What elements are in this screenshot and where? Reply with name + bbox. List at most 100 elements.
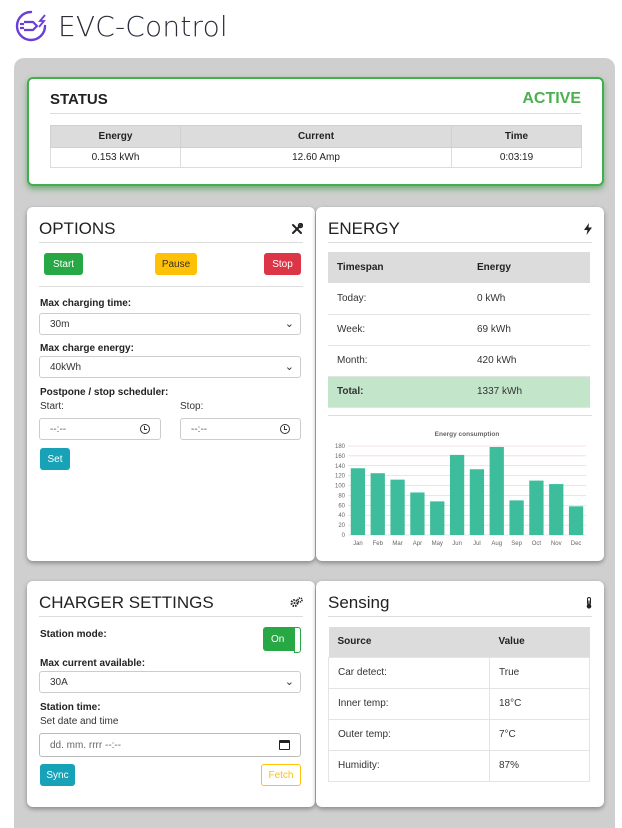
chart-bar	[350, 468, 366, 535]
card-header: Sensing	[328, 589, 592, 617]
datetime-input[interactable]: dd. mm. rrrr --:--	[39, 733, 301, 757]
table-header-row: Timespan Energy	[328, 252, 590, 283]
x-tick-label: Nov	[551, 541, 562, 547]
y-tick-label: 180	[335, 444, 346, 450]
table-row-total: Total: 1337 kWh	[328, 376, 590, 408]
status-card: STATUS ACTIVE Energy Current Time 0.153 …	[27, 77, 604, 186]
stop-button[interactable]: Stop	[264, 253, 301, 275]
table-header: Timespan	[328, 252, 468, 283]
x-tick-label: Sep	[511, 541, 522, 547]
x-tick-label: Jul	[473, 541, 481, 547]
chart-bar	[390, 479, 405, 535]
chevron-down-icon: ⌄	[284, 361, 294, 373]
y-tick-label: 0	[342, 533, 346, 539]
options-title: OPTIONS	[39, 218, 116, 238]
scheduler-label: Postpone / stop scheduler:	[40, 387, 169, 398]
max-time-select[interactable]: 30m ⌄	[39, 313, 301, 335]
y-tick-label: 120	[335, 474, 346, 480]
chart-title: Energy consumption	[435, 431, 500, 438]
max-energy-label: Max charge energy:	[40, 343, 134, 354]
app-header: EVC-Control	[14, 6, 228, 46]
pause-button[interactable]: Pause	[155, 253, 197, 275]
bolt-icon	[584, 222, 592, 235]
sensing-table: Source Value Car detect: True Inner temp…	[328, 627, 590, 782]
table-header-row: Energy Current Time	[50, 125, 582, 148]
chart-bar	[449, 454, 465, 535]
station-mode-toggle[interactable]: On	[263, 627, 301, 653]
tools-icon	[292, 222, 303, 234]
timespan-cell: Month:	[328, 345, 468, 377]
clock-icon	[280, 424, 290, 434]
energy-title: ENERGY	[328, 218, 400, 238]
status-badge: ACTIVE	[522, 90, 581, 107]
calendar-icon	[279, 740, 290, 750]
x-tick-label: Dec	[571, 541, 582, 547]
max-current-label: Max current available:	[40, 658, 146, 669]
table-row: Humidity: 87%	[328, 749, 590, 782]
card-header: ENERGY	[328, 215, 592, 243]
energy-cell: 69 kWh	[468, 314, 590, 346]
table-header: Source	[328, 627, 490, 657]
max-time-label: Max charging time:	[40, 298, 132, 309]
table-header: Energy	[50, 125, 181, 148]
table-header-row: Source Value	[328, 627, 590, 657]
x-tick-label: Jan	[353, 541, 363, 547]
chevron-down-icon: ⌄	[284, 318, 294, 330]
time-value: 0:03:19	[451, 147, 582, 168]
timespan-cell: Week:	[328, 314, 468, 346]
table-row: Inner temp: 18°C	[328, 687, 590, 720]
source-cell: Inner temp:	[328, 687, 490, 720]
chart-bar	[430, 501, 445, 535]
table-row: Month: 420 kWh	[328, 345, 590, 377]
value-cell: 87%	[489, 749, 590, 782]
station-time-label: Station time:	[40, 702, 101, 713]
source-cell: Humidity:	[328, 749, 490, 782]
max-energy-select[interactable]: 40kWh ⌄	[39, 356, 301, 378]
app-title: EVC-Control	[58, 9, 228, 43]
chart-bar	[509, 500, 524, 535]
chart-bar	[469, 469, 485, 535]
table-header: Energy	[468, 252, 590, 283]
energy-chart: Energy consumption 0 20 40 60 80 100 120 140 160 1…	[328, 427, 590, 552]
stop-label: Stop:	[180, 401, 204, 412]
y-tick-label: 80	[338, 493, 345, 499]
set-button[interactable]: Set	[40, 448, 70, 470]
max-current-value: 30A	[50, 676, 68, 688]
energy-table: Timespan Energy Today: 0 kWh Week: 69 kW…	[328, 252, 590, 408]
timespan-cell: Today:	[328, 283, 468, 315]
stop-time-input[interactable]: --:--	[180, 418, 301, 440]
start-button[interactable]: Start	[44, 253, 83, 275]
chart-bar	[529, 480, 544, 535]
chevron-down-icon: ⌄	[284, 676, 294, 688]
y-tick-label: 60	[338, 503, 345, 509]
start-time-input[interactable]: --:--	[39, 418, 161, 440]
table-row: 0.153 kWh 12.60 Amp 0:03:19	[50, 147, 582, 168]
y-tick-label: 20	[338, 523, 345, 529]
source-cell: Car detect:	[328, 656, 490, 689]
value-cell: 7°C	[489, 718, 590, 751]
x-tick-label: Oct	[532, 541, 542, 547]
sensing-card: Sensing Source Value Car detect: True In…	[316, 581, 604, 807]
x-tick-label: Jun	[452, 541, 462, 547]
stop-time-placeholder: --:--	[191, 423, 208, 435]
table-row: Week: 69 kWh	[328, 314, 590, 346]
energy-cell: 420 kWh	[468, 345, 590, 377]
chart-bar	[489, 446, 504, 535]
energy-cell: 0 kWh	[468, 283, 590, 315]
current-value: 12.60 Amp	[180, 147, 452, 168]
y-tick-label: 140	[335, 464, 346, 470]
chart-bar	[549, 484, 564, 535]
datetime-placeholder: dd. mm. rrrr --:--	[50, 739, 122, 751]
plug-logo-icon	[15, 10, 47, 42]
table-header: Time	[451, 125, 582, 148]
max-current-select[interactable]: 30A ⌄	[39, 671, 301, 693]
fetch-button[interactable]: Fetch	[261, 764, 301, 786]
sync-button[interactable]: Sync	[40, 764, 75, 786]
y-tick-label: 100	[335, 484, 346, 490]
divider	[50, 113, 581, 114]
x-tick-label: Feb	[373, 541, 384, 547]
table-row: Today: 0 kWh	[328, 283, 590, 315]
divider	[328, 415, 592, 416]
max-energy-value: 40kWh	[50, 361, 82, 373]
y-tick-label: 160	[335, 454, 346, 460]
